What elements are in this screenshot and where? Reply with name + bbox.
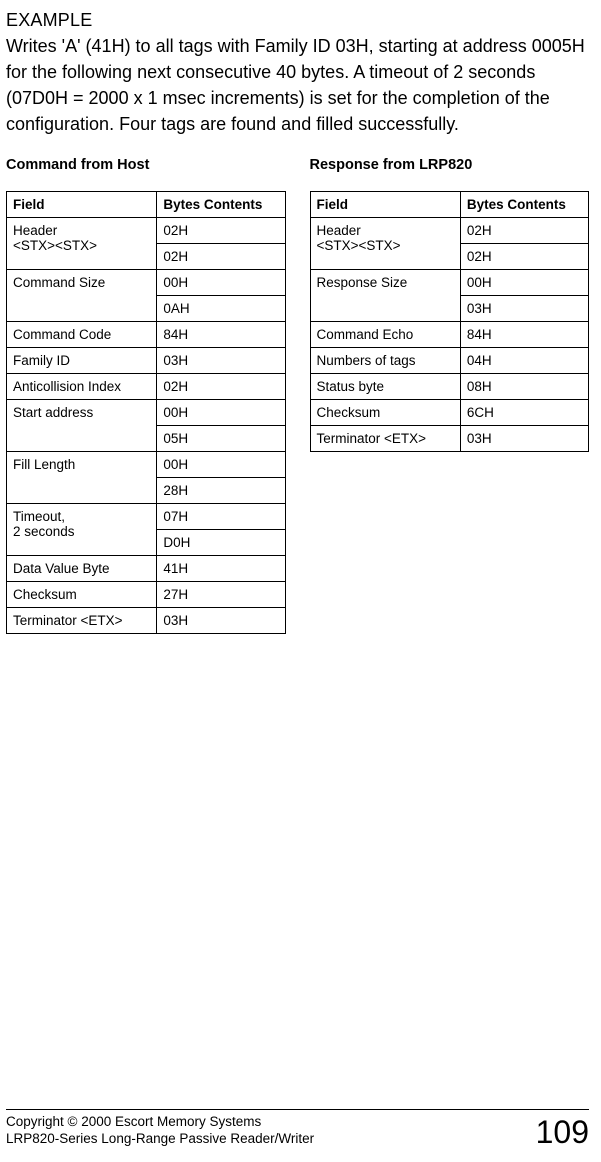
command-field: Command Size — [7, 270, 157, 322]
response-byte: 00H — [460, 270, 588, 296]
command-byte: D0H — [157, 530, 285, 556]
table-row: Header<STX><STX>02H — [7, 218, 286, 244]
response-byte: 02H — [460, 218, 588, 244]
table-row: Response Size00H — [310, 270, 589, 296]
table-row: Family ID03H — [7, 348, 286, 374]
response-byte: 02H — [460, 244, 588, 270]
table-row: Command Size00H — [7, 270, 286, 296]
command-byte: 00H — [157, 452, 285, 478]
command-byte: 27H — [157, 582, 285, 608]
table-row: Data Value Byte41H — [7, 556, 286, 582]
response-field: Command Echo — [310, 322, 460, 348]
page-number: 109 — [536, 1116, 589, 1148]
example-body: Writes 'A' (41H) to all tags with Family… — [6, 33, 589, 137]
command-byte: 05H — [157, 426, 285, 452]
table-row: Command Code84H — [7, 322, 286, 348]
command-byte: 03H — [157, 348, 285, 374]
footer-product: LRP820-Series Long-Range Passive Reader/… — [6, 1131, 314, 1146]
table-row: Fill Length00H — [7, 452, 286, 478]
command-table-title: Command from Host — [6, 157, 286, 173]
command-byte: 0AH — [157, 296, 285, 322]
command-field: Checksum — [7, 582, 157, 608]
command-field: Fill Length — [7, 452, 157, 504]
command-field: Header<STX><STX> — [7, 218, 157, 270]
command-field: Family ID — [7, 348, 157, 374]
command-byte: 84H — [157, 322, 285, 348]
command-field: Terminator <ETX> — [7, 608, 157, 634]
command-field: Command Code — [7, 322, 157, 348]
command-byte: 07H — [157, 504, 285, 530]
command-byte: 02H — [157, 244, 285, 270]
response-byte: 03H — [460, 296, 588, 322]
command-byte: 00H — [157, 270, 285, 296]
response-table-title: Response from LRP820 — [310, 157, 590, 173]
example-heading: EXAMPLE — [6, 10, 589, 31]
command-field: Data Value Byte — [7, 556, 157, 582]
response-byte: 08H — [460, 374, 588, 400]
command-field: Start address — [7, 400, 157, 452]
command-field: Timeout,2 seconds — [7, 504, 157, 556]
command-table: Field Bytes Contents Header<STX><STX>02H… — [6, 191, 286, 634]
table-row: Terminator <ETX>03H — [310, 426, 589, 452]
footer-copyright: Copyright © 2000 Escort Memory Systems — [6, 1114, 261, 1129]
response-field: Checksum — [310, 400, 460, 426]
table-row: Command Echo84H — [310, 322, 589, 348]
command-byte: 03H — [157, 608, 285, 634]
page-footer: Copyright © 2000 Escort Memory Systems L… — [6, 1109, 589, 1148]
command-byte: 00H — [157, 400, 285, 426]
response-byte: 04H — [460, 348, 588, 374]
table-row: Status byte08H — [310, 374, 589, 400]
response-field: Response Size — [310, 270, 460, 322]
table-row: Header<STX><STX>02H — [310, 218, 589, 244]
response-table-header-field: Field — [310, 192, 460, 218]
response-field: Status byte — [310, 374, 460, 400]
command-byte: 41H — [157, 556, 285, 582]
table-row: Start address00H — [7, 400, 286, 426]
table-row: Timeout,2 seconds07H — [7, 504, 286, 530]
response-byte: 84H — [460, 322, 588, 348]
response-table: Field Bytes Contents Header<STX><STX>02H… — [310, 191, 590, 452]
table-row: Checksum6CH — [310, 400, 589, 426]
command-table-header-bytes: Bytes Contents — [157, 192, 285, 218]
response-field: Numbers of tags — [310, 348, 460, 374]
command-byte: 02H — [157, 218, 285, 244]
command-byte: 02H — [157, 374, 285, 400]
table-row: Numbers of tags04H — [310, 348, 589, 374]
command-table-header-field: Field — [7, 192, 157, 218]
response-field: Header<STX><STX> — [310, 218, 460, 270]
command-byte: 28H — [157, 478, 285, 504]
command-field: Anticollision Index — [7, 374, 157, 400]
response-field: Terminator <ETX> — [310, 426, 460, 452]
table-row: Terminator <ETX>03H — [7, 608, 286, 634]
table-row: Checksum27H — [7, 582, 286, 608]
response-byte: 03H — [460, 426, 588, 452]
response-table-header-bytes: Bytes Contents — [460, 192, 588, 218]
response-byte: 6CH — [460, 400, 588, 426]
table-row: Anticollision Index02H — [7, 374, 286, 400]
